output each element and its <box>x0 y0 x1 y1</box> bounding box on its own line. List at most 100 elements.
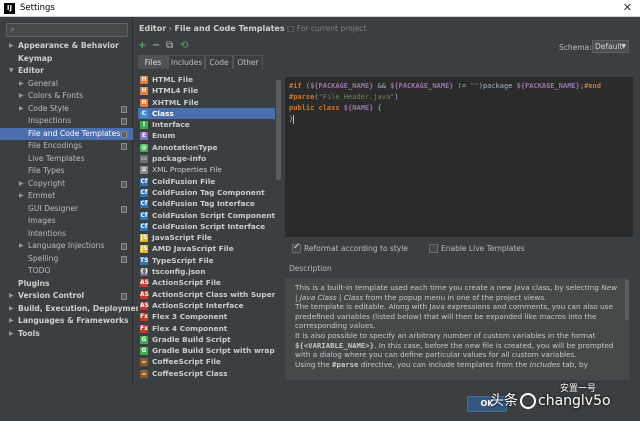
sidebar-item[interactable]: Inspections <box>0 115 133 128</box>
tab-files[interactable]: Files <box>138 55 168 69</box>
sidebar-item-label: Live Templates <box>28 153 85 163</box>
reformat-label: Reformat according to style <box>304 244 408 253</box>
sidebar-item[interactable]: ▶ Build, Execution, Deployment <box>0 303 145 316</box>
chevron-right-icon[interactable]: ▶ <box>19 90 24 103</box>
tab-includes[interactable]: Includes <box>168 55 205 69</box>
file-type-icon: Cf <box>140 200 148 209</box>
template-list-item[interactable]: H HTML File <box>138 74 275 85</box>
sidebar-item[interactable]: GUI Designer <box>0 203 133 216</box>
template-list-item[interactable]: Cf ColdFusion Tag Interface <box>138 198 275 209</box>
chevron-right-icon[interactable]: ▶ <box>9 290 14 303</box>
settings-search-input[interactable]: ⌕ <box>6 23 128 37</box>
code-line: #parse("File Header.java") <box>289 93 399 101</box>
chevron-right-icon[interactable]: ▶ <box>19 240 24 253</box>
template-list-item[interactable]: Cf ColdFusion Script Interface <box>138 221 275 232</box>
sidebar-item[interactable]: File and Code Templates <box>0 127 133 140</box>
template-list-item[interactable]: E Enum <box>138 130 275 141</box>
sidebar-item[interactable]: ▼ Editor <box>0 65 133 78</box>
template-list-item[interactable]: C Class <box>138 107 275 120</box>
template-list-item[interactable]: ▭ package-info <box>138 153 275 164</box>
tab-other[interactable]: Other <box>233 55 263 69</box>
sidebar-item[interactable]: File Types <box>0 165 133 178</box>
sidebar-item[interactable]: ▶ Emmet <box>0 190 133 203</box>
sidebar-item[interactable]: Images <box>0 215 133 228</box>
copy-icon[interactable]: ⧉ <box>166 41 173 51</box>
sidebar-item[interactable]: TODO <box>0 265 133 278</box>
template-list-item[interactable]: Fx Flex 4 Component <box>138 323 275 334</box>
template-list-item[interactable]: G Gradle Build Script with wrapper <box>138 345 275 356</box>
template-label: Class <box>152 108 174 118</box>
sidebar-item[interactable]: ▶ Appearance & Behavior <box>0 40 133 53</box>
template-label: Interface <box>152 120 190 130</box>
schema-select[interactable]: Default ▼ <box>592 40 629 53</box>
chevron-right-icon[interactable]: ▶ <box>19 190 24 203</box>
add-icon[interactable]: + <box>138 41 146 51</box>
remove-icon[interactable]: − <box>152 41 160 51</box>
sidebar-item[interactable]: ▶ Version Control <box>0 290 133 303</box>
reset-icon[interactable]: ⟲ <box>180 41 188 51</box>
live-templates-checkbox[interactable] <box>429 244 438 253</box>
template-list-item[interactable]: ☕ CoffeeScript Class <box>138 368 275 379</box>
template-list-item[interactable]: I Interface <box>138 119 275 130</box>
file-type-icon: H <box>140 76 148 84</box>
description-panel: This is a built-in template used each ti… <box>285 278 629 380</box>
template-editor[interactable]: #if (${PACKAGE_NAME} && ${PACKAGE_NAME} … <box>285 77 633 237</box>
chevron-right-icon[interactable]: ▶ <box>19 103 24 116</box>
template-list-item[interactable]: G Gradle Build Script <box>138 334 275 345</box>
chevron-right-icon[interactable]: ▶ <box>19 78 24 91</box>
tab-code[interactable]: Code <box>205 55 233 69</box>
sidebar-item-label: File and Code Templates <box>28 128 121 138</box>
sidebar-item-label: Intentions <box>28 228 67 238</box>
sidebar-item[interactable]: ▶ Languages & Frameworks <box>0 315 133 328</box>
description-scrollbar[interactable] <box>625 280 629 320</box>
template-list-scrollbar[interactable] <box>276 80 281 180</box>
template-label: HTML File <box>152 75 193 84</box>
chevron-right-icon[interactable]: ▶ <box>9 328 14 341</box>
template-list-item[interactable]: Cf ColdFusion File <box>138 176 275 187</box>
settings-tree: ▶ Appearance & Behavior Keymap ▼ Editor ▶ Gene… <box>0 40 145 341</box>
template-list-item[interactable]: {} tsconfig.json <box>138 266 275 277</box>
template-list-item[interactable]: @ AnnotationType <box>138 142 275 153</box>
sidebar-item[interactable]: File Encodings <box>0 140 133 153</box>
chevron-right-icon[interactable]: ▶ <box>9 40 14 53</box>
chevron-right-icon[interactable]: ▶ <box>19 178 24 191</box>
template-label: tsconfig.json <box>152 267 206 277</box>
file-type-icon: G <box>140 335 148 344</box>
template-list-item[interactable]: Cf ColdFusion Tag Component <box>138 187 275 198</box>
sidebar-item[interactable]: ▶ Copyright <box>0 178 133 191</box>
sidebar-item[interactable]: Intentions <box>0 228 133 241</box>
template-list-item[interactable]: H HTML4 File <box>138 85 275 96</box>
template-list-item[interactable]: H XHTML File <box>138 97 275 108</box>
template-label: Flex 4 Component <box>152 323 228 333</box>
project-scope-icon <box>121 293 127 300</box>
sidebar-item[interactable]: Keymap <box>0 53 133 66</box>
sidebar-item[interactable]: Live Templates <box>0 153 133 166</box>
template-list-item[interactable]: Cf ColdFusion Script Component <box>138 210 275 221</box>
template-list-item[interactable]: ☕ CoffeeScript File <box>138 356 275 367</box>
chevron-right-icon[interactable]: ▶ <box>9 315 14 328</box>
template-list-item[interactable]: Fx Flex 3 Component <box>138 311 275 322</box>
template-list-item[interactable]: AS ActionScript Interface <box>138 300 275 311</box>
sidebar-item[interactable]: ▶ Colors & Fonts <box>0 90 133 103</box>
chevron-right-icon[interactable]: ▶ <box>9 303 14 316</box>
reformat-checkbox[interactable] <box>292 242 301 253</box>
template-list-item[interactable]: JS JavaScript File <box>138 232 275 243</box>
file-type-icon: Cf <box>140 222 148 231</box>
template-list-item[interactable]: JS AMD JavaScript File <box>138 243 275 254</box>
breadcrumb: Editor › File and Code Templates □ For c… <box>139 24 366 33</box>
chevron-down-icon[interactable]: ▼ <box>9 65 14 78</box>
sidebar-item-label: Inspections <box>28 116 72 125</box>
template-list-item[interactable]: AS ActionScript File <box>138 277 275 288</box>
sidebar-item[interactable]: ▶ Code Style <box>0 103 133 116</box>
file-type-icon: Cf <box>140 211 148 220</box>
template-list-item[interactable]: TS TypeScript File <box>138 255 275 266</box>
template-list-item[interactable]: AS ActionScript Class with Supers <box>138 289 275 300</box>
close-icon[interactable]: ✕ <box>623 1 632 14</box>
sidebar-item[interactable]: Plugins <box>0 278 133 291</box>
sidebar-item[interactable]: ▶ Language Injections <box>0 240 133 253</box>
template-list-item[interactable]: ≡ XML Properties File <box>138 164 275 175</box>
sidebar-item[interactable]: ▶ Tools <box>0 328 133 341</box>
sidebar-item[interactable]: ▶ General <box>0 78 133 91</box>
sidebar-item[interactable]: Spelling <box>0 253 133 266</box>
file-type-icon: I <box>140 121 148 130</box>
